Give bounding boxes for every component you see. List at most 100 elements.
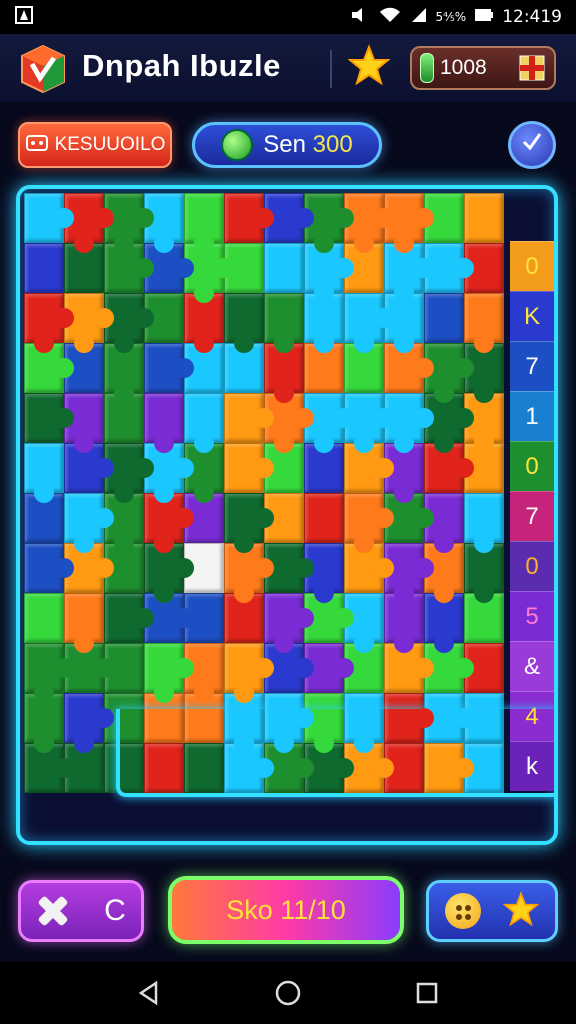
puzzle-piece-tab: [154, 483, 174, 503]
puzzle-piece-tab: [294, 408, 314, 428]
puzzle-piece[interactable]: [184, 743, 224, 793]
puzzle-piece[interactable]: [24, 243, 64, 293]
puzzle-piece-tab: [234, 733, 254, 753]
puzzle-piece-tab: [454, 708, 474, 728]
puzzle-piece-tab: [254, 658, 274, 678]
puzzle-piece-tab: [74, 333, 94, 353]
puzzle-piece-tab: [414, 358, 434, 378]
puzzle-piece-tab: [374, 758, 394, 778]
puzzle-piece[interactable]: [464, 193, 504, 243]
puzzle-piece-tab: [394, 483, 414, 503]
puzzle-piece-tab: [394, 633, 414, 653]
puzzle-piece-tab: [54, 308, 74, 328]
puzzle-piece-tab: [34, 333, 54, 353]
recents-icon[interactable]: [407, 973, 447, 1013]
side-number: &: [510, 641, 554, 691]
puzzle-piece-tab: [74, 733, 94, 753]
puzzle-piece-tab: [114, 233, 134, 253]
puzzle-piece-tab: [454, 658, 474, 678]
coin-value: 1008: [440, 56, 487, 79]
side-number: 4: [510, 691, 554, 741]
puzzle-piece-tab: [174, 558, 194, 578]
restart-button[interactable]: KESUUOILO: [18, 122, 172, 168]
puzzle-piece-tab: [434, 633, 454, 653]
puzzle-piece-tab: [174, 258, 194, 278]
puzzle-piece-tab: [334, 258, 354, 278]
star-icon: [502, 890, 540, 932]
puzzle-piece-tab: [274, 433, 294, 453]
puzzle-piece-tab: [354, 633, 374, 653]
home-icon[interactable]: [268, 973, 308, 1013]
puzzle-piece-tab: [54, 758, 74, 778]
puzzle-piece-tab: [414, 508, 434, 528]
puzzle-piece-tab: [294, 758, 314, 778]
star-icon[interactable]: [347, 44, 391, 86]
puzzle-piece[interactable]: [424, 293, 464, 343]
puzzle-piece-tab: [94, 508, 114, 528]
title-divider: [330, 50, 332, 88]
puzzle-piece[interactable]: [264, 243, 304, 293]
gem-icon: [420, 53, 434, 83]
wifi-icon: [378, 6, 402, 29]
puzzle-piece-tab: [294, 658, 314, 678]
puzzle-piece-tab: [34, 683, 54, 703]
puzzle-piece[interactable]: [24, 593, 64, 643]
puzzle-piece-tab: [374, 458, 394, 478]
puzzle-piece-tab: [194, 233, 214, 253]
puzzle-piece-tab: [254, 458, 274, 478]
score-button[interactable]: Sen 300: [192, 122, 382, 168]
puzzle-piece-tab: [314, 433, 334, 453]
bonus-button[interactable]: [426, 880, 558, 942]
puzzle-board[interactable]: 0 K 7 1 0 7 0 5 & 4 k: [16, 185, 558, 845]
puzzle-piece-tab: [54, 358, 74, 378]
side-number: k: [510, 741, 554, 791]
puzzle-piece-tab: [194, 333, 214, 353]
side-number: 0: [510, 441, 554, 491]
puzzle-piece-tab: [434, 433, 454, 453]
puzzle-piece-tab: [294, 208, 314, 228]
puzzle-piece-tab: [314, 283, 334, 303]
hint-button[interactable]: [508, 121, 556, 169]
puzzle-piece-tab: [374, 208, 394, 228]
puzzle-piece-tab: [354, 533, 374, 553]
puzzle-piece-tab: [174, 508, 194, 528]
puzzle-piece-tab: [474, 333, 494, 353]
puzzle-piece-tab: [314, 583, 334, 603]
puzzle-piece-tab: [454, 408, 474, 428]
puzzle-piece-tab: [74, 633, 94, 653]
puzzle-piece-tab: [154, 433, 174, 453]
puzzle-piece-tab: [234, 333, 254, 353]
puzzle-piece-tab: [474, 583, 494, 603]
score-label: Sen: [263, 131, 306, 158]
puzzle-piece-tab: [134, 458, 154, 478]
level-button[interactable]: Sko 11/10: [168, 876, 404, 944]
puzzle-piece-tab: [54, 558, 74, 578]
puzzle-piece-tab: [314, 333, 334, 353]
puzzle-piece-tab: [334, 658, 354, 678]
puzzle-piece-tab: [414, 558, 434, 578]
puzzle-piece-tab: [194, 683, 214, 703]
puzzle-piece-tab: [454, 458, 474, 478]
puzzle-piece-tab: [274, 733, 294, 753]
puzzle-piece[interactable]: [144, 743, 184, 793]
puzzle-piece[interactable]: [304, 493, 344, 543]
battery-text: 5⅘%: [435, 10, 467, 24]
back-icon[interactable]: [129, 973, 169, 1013]
puzzle-piece-tab: [74, 533, 94, 553]
side-number: 0: [510, 541, 554, 591]
puzzle-piece-tab: [134, 208, 154, 228]
puzzle-piece-tab: [394, 433, 414, 453]
close-icon: [36, 894, 70, 928]
cancel-button[interactable]: C: [18, 880, 144, 942]
gift-icon[interactable]: [518, 54, 546, 82]
puzzle-piece-tab: [314, 233, 334, 253]
puzzle-piece-tab: [354, 233, 374, 253]
puzzle-piece-tab: [114, 533, 134, 553]
puzzle-piece-tab: [134, 258, 154, 278]
puzzle-piece-tab: [454, 358, 474, 378]
smiley-icon: [445, 893, 481, 929]
notification-icon: [14, 5, 34, 30]
coin-counter[interactable]: 1008: [410, 46, 556, 90]
side-number: 1: [510, 391, 554, 441]
puzzle-piece[interactable]: [104, 743, 144, 793]
